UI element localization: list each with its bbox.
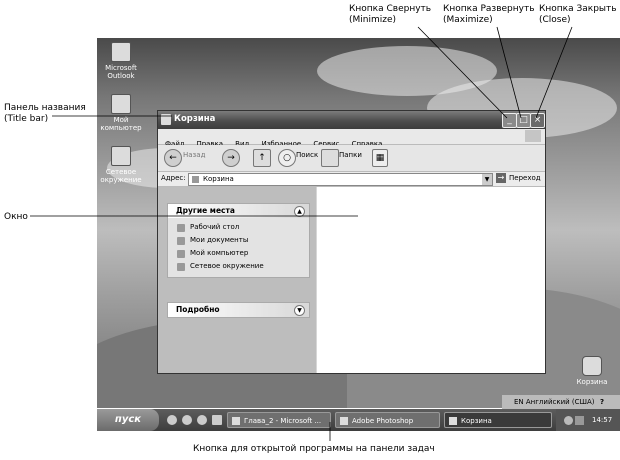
address-value: Корзина bbox=[203, 175, 234, 183]
maximize-button[interactable]: □ bbox=[516, 113, 531, 128]
address-label: Адрес: bbox=[161, 174, 186, 182]
callout-window: Окно bbox=[4, 212, 28, 222]
windows-logo-icon bbox=[525, 130, 541, 142]
callout-maximize: Кнопка Развернуть (Maximize) bbox=[443, 4, 535, 25]
explorer-window: Корзина _ □ × Файл Правка Вид Избранное … bbox=[157, 110, 546, 374]
taskbar: пуск Глава_2 - Microsoft ... Adobe Photo… bbox=[97, 409, 620, 431]
up-folder-icon[interactable]: ↑ bbox=[253, 149, 271, 167]
address-bar: Адрес: Корзина ▼ → Переход bbox=[158, 172, 545, 187]
desktop-icon bbox=[177, 224, 185, 232]
media-icon[interactable] bbox=[182, 415, 192, 425]
desktop-icon-recycle-bin[interactable]: Корзина bbox=[563, 356, 620, 386]
callout-minimize: Кнопка Свернуть (Minimize) bbox=[349, 4, 432, 25]
recycle-bin-icon bbox=[161, 114, 171, 125]
title-bar[interactable]: Корзина _ □ × bbox=[158, 111, 545, 129]
go-button-label[interactable]: Переход bbox=[509, 174, 541, 182]
chevron-down-icon[interactable]: ▼ bbox=[294, 305, 305, 316]
volume-icon[interactable] bbox=[564, 416, 573, 425]
start-label: пуск bbox=[114, 414, 142, 425]
place-desktop[interactable]: Рабочий стол bbox=[168, 221, 309, 234]
back-arrow-icon[interactable]: ← bbox=[164, 149, 182, 167]
desktop-icon-label: Сетевое окружение bbox=[100, 168, 142, 184]
task-pane: Другие места ▲ Рабочий стол Мои документ… bbox=[158, 187, 316, 373]
callout-taskbar-button: Кнопка для открытой программы на панели … bbox=[193, 444, 435, 454]
menu-bar: Файл Правка Вид Избранное Сервис Справка bbox=[158, 129, 545, 148]
desktop-icon-my-computer[interactable]: Мой компьютер bbox=[97, 94, 150, 132]
other-places-panel: Другие места ▲ Рабочий стол Мои документ… bbox=[167, 203, 310, 278]
task-label: Глава_2 - Microsoft ... bbox=[244, 417, 322, 425]
details-panel: Подробно ▼ bbox=[167, 302, 310, 318]
photoshop-icon bbox=[340, 417, 348, 425]
place-label: Мои документы bbox=[190, 236, 249, 244]
panel-title: Подробно bbox=[176, 305, 220, 314]
panel-title: Другие места bbox=[176, 206, 235, 215]
details-header[interactable]: Подробно ▼ bbox=[168, 303, 309, 317]
place-label: Мой компьютер bbox=[190, 249, 249, 257]
recycle-bin-icon bbox=[449, 417, 457, 425]
folders-button-label[interactable]: Папки bbox=[339, 151, 362, 159]
address-input[interactable]: Корзина ▼ bbox=[188, 173, 493, 186]
search-icon[interactable]: ○ bbox=[278, 149, 296, 167]
taskbar-task-word[interactable]: Глава_2 - Microsoft ... bbox=[227, 412, 331, 428]
system-tray: 14:57 bbox=[556, 409, 620, 431]
desktop-icon-label: Корзина bbox=[576, 378, 608, 386]
callout-close: Кнопка Закрыть (Close) bbox=[539, 4, 617, 25]
chevron-down-icon[interactable]: ▼ bbox=[482, 174, 492, 185]
views-icon[interactable]: ▦ bbox=[372, 149, 388, 167]
desktop-icon-outlook[interactable]: Microsoft Outlook bbox=[97, 42, 150, 80]
place-my-documents[interactable]: Мои документы bbox=[168, 234, 309, 247]
network-icon bbox=[111, 146, 131, 166]
ie-icon[interactable] bbox=[167, 415, 177, 425]
outlook-icon[interactable] bbox=[197, 415, 207, 425]
computer-icon bbox=[177, 250, 185, 258]
file-list-area[interactable] bbox=[317, 187, 545, 373]
chevron-up-icon[interactable]: ▲ bbox=[294, 206, 305, 217]
recycle-bin-icon bbox=[582, 356, 602, 376]
place-network[interactable]: Сетевое окружение bbox=[168, 260, 309, 273]
word-icon bbox=[232, 417, 240, 425]
close-button[interactable]: × bbox=[530, 113, 545, 128]
task-label: Adobe Photoshop bbox=[352, 417, 414, 425]
language-bar[interactable]: EN Английский (США) ? bbox=[502, 395, 620, 409]
documents-icon bbox=[177, 237, 185, 245]
task-label: Корзина bbox=[461, 417, 492, 425]
desktop-icon-label: Мой компьютер bbox=[100, 116, 142, 132]
recycle-bin-icon bbox=[192, 176, 199, 183]
network-status-icon[interactable] bbox=[575, 416, 584, 425]
help-icon[interactable]: ? bbox=[600, 395, 604, 409]
taskbar-task-recycle-bin[interactable]: Корзина bbox=[444, 412, 552, 428]
desktop-icon-label: Microsoft Outlook bbox=[105, 64, 137, 80]
show-desktop-icon[interactable] bbox=[212, 415, 222, 425]
minimize-button[interactable]: _ bbox=[502, 113, 517, 128]
back-button-label[interactable]: Назад bbox=[183, 151, 205, 159]
computer-icon bbox=[111, 94, 131, 114]
folders-icon[interactable] bbox=[321, 149, 339, 167]
search-button-label[interactable]: Поиск bbox=[296, 151, 318, 159]
forward-arrow-icon[interactable]: → bbox=[222, 149, 240, 167]
callout-title-bar: Панель названия (Title bar) bbox=[4, 103, 86, 124]
language-label: EN Английский (США) bbox=[514, 398, 595, 406]
other-places-header[interactable]: Другие места ▲ bbox=[168, 204, 309, 218]
start-button[interactable]: пуск bbox=[97, 409, 159, 431]
desktop-icon-network[interactable]: Сетевое окружение bbox=[97, 146, 150, 184]
network-icon bbox=[177, 263, 185, 271]
place-label: Сетевое окружение bbox=[190, 262, 264, 270]
taskbar-task-photoshop[interactable]: Adobe Photoshop bbox=[335, 412, 440, 428]
clock[interactable]: 14:57 bbox=[592, 409, 612, 431]
window-title: Корзина bbox=[174, 114, 216, 124]
go-arrow-icon[interactable]: → bbox=[496, 173, 506, 183]
place-my-computer[interactable]: Мой компьютер bbox=[168, 247, 309, 260]
toolbar: ← Назад → ↑ ○ Поиск Папки ▦ bbox=[158, 145, 545, 172]
outlook-icon bbox=[111, 42, 131, 62]
place-label: Рабочий стол bbox=[190, 223, 240, 231]
